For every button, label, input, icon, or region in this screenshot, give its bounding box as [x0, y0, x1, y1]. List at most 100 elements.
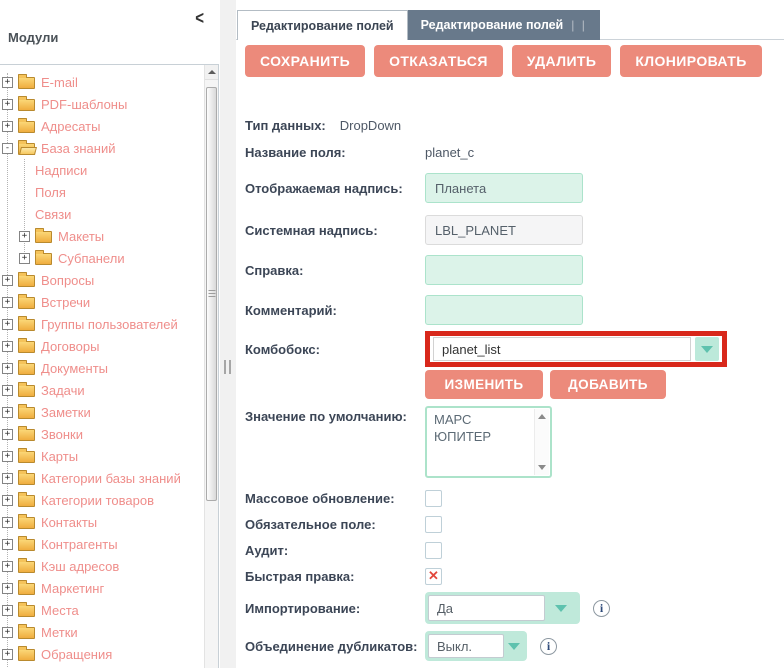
- tab-bar: Редактирование полей Редактирование поле…: [236, 10, 784, 40]
- display-label-input[interactable]: [425, 173, 583, 203]
- delete-button[interactable]: УДАЛИТЬ: [511, 45, 612, 77]
- combobox-highlight: planet_list: [425, 331, 727, 367]
- collapse-minus-icon[interactable]: -: [2, 142, 13, 154]
- expand-plus-icon[interactable]: +: [2, 472, 13, 484]
- tree-item[interactable]: Поля: [0, 181, 218, 203]
- tree-item[interactable]: + Маркетинг: [0, 577, 218, 599]
- expand-plus-icon[interactable]: +: [2, 582, 13, 594]
- tree-item[interactable]: + Вопросы: [0, 269, 218, 291]
- collapse-sidebar-icon[interactable]: <: [195, 8, 204, 29]
- expand-plus-icon[interactable]: +: [2, 560, 13, 572]
- tree-item[interactable]: + E-mail: [0, 71, 218, 93]
- tree-item[interactable]: + Контрагенты: [0, 533, 218, 555]
- tree-item[interactable]: + Обращения: [0, 643, 218, 665]
- system-label-label: Системная надпись:: [245, 222, 378, 238]
- tree-item[interactable]: + Карты: [0, 445, 218, 467]
- importing-dropdown[interactable]: Да: [425, 592, 580, 624]
- scroll-up-icon[interactable]: [205, 65, 218, 80]
- modules-sidebar: < Модули + E-mail + PDF-шаблоны + Адресаты - Ба…: [0, 0, 236, 668]
- tree-item[interactable]: + Субпанели: [0, 247, 218, 269]
- help-input[interactable]: [425, 255, 583, 285]
- edit-list-button[interactable]: ИЗМЕНИТЬ: [425, 370, 543, 399]
- listbox-option[interactable]: МАРС: [434, 411, 530, 428]
- tree-item[interactable]: + PDF-шаблоны: [0, 93, 218, 115]
- mass-update-checkbox[interactable]: [425, 489, 442, 507]
- field-name-label: Название поля:: [245, 144, 346, 160]
- listbox-scrollbar[interactable]: [534, 409, 549, 475]
- expand-plus-icon[interactable]: +: [2, 406, 13, 418]
- tab-edit-fields-1[interactable]: Редактирование полей: [237, 10, 408, 40]
- audit-checkbox[interactable]: [425, 541, 442, 559]
- tree-item[interactable]: + Метки: [0, 621, 218, 643]
- tab-close-pipes-icon[interactable]: | |: [571, 18, 587, 32]
- tree-item[interactable]: + Задачи: [0, 379, 218, 401]
- field-name-row: Название поля: planet_c: [245, 140, 784, 164]
- tree-item[interactable]: + Адресаты: [0, 115, 218, 137]
- expand-plus-icon[interactable]: +: [2, 98, 13, 110]
- add-list-button[interactable]: ДОБАВИТЬ: [550, 370, 666, 399]
- tree-item-label: Категории товаров: [41, 492, 155, 508]
- expand-plus-icon[interactable]: +: [19, 230, 30, 242]
- expand-plus-icon[interactable]: +: [2, 516, 13, 528]
- tree-item[interactable]: + Заметки: [0, 401, 218, 423]
- expand-plus-icon[interactable]: +: [2, 76, 13, 88]
- expand-plus-icon[interactable]: +: [2, 626, 13, 638]
- expand-plus-icon[interactable]: +: [2, 340, 13, 352]
- comment-input[interactable]: [425, 295, 583, 325]
- required-label: Обязательное поле:: [245, 516, 376, 532]
- tree-scrollbar[interactable]: [204, 65, 218, 668]
- system-label-input[interactable]: [425, 215, 583, 245]
- tree-item-label: Надписи: [35, 162, 88, 178]
- required-checkbox[interactable]: [425, 515, 442, 533]
- scroll-up-icon[interactable]: [538, 414, 546, 419]
- tree-item-label: Заметки: [41, 404, 91, 420]
- expand-plus-icon[interactable]: +: [2, 384, 13, 396]
- expand-plus-icon[interactable]: +: [2, 604, 13, 616]
- cancel-button[interactable]: ОТКАЗАТЬСЯ: [374, 45, 503, 77]
- expand-plus-icon[interactable]: +: [19, 252, 30, 264]
- combobox-select[interactable]: planet_list: [433, 337, 691, 361]
- tree-item[interactable]: + Встречи: [0, 291, 218, 313]
- expand-plus-icon[interactable]: +: [2, 494, 13, 506]
- expand-plus-icon[interactable]: +: [2, 538, 13, 550]
- tree-item-label: Контакты: [41, 514, 98, 530]
- tree-item[interactable]: + Группы пользователей: [0, 313, 218, 335]
- tree-item[interactable]: Связи: [0, 203, 218, 225]
- expand-plus-icon[interactable]: +: [2, 296, 13, 308]
- tree-item[interactable]: + Категории товаров: [0, 489, 218, 511]
- tree-item[interactable]: + Категории базы знаний: [0, 467, 218, 489]
- panel-resize-grip[interactable]: [224, 360, 231, 374]
- listbox-option[interactable]: ЮПИТЕР: [434, 428, 530, 445]
- tab-edit-fields-2-active[interactable]: Редактирование полей | |: [407, 10, 600, 40]
- info-icon[interactable]: [540, 637, 557, 655]
- chevron-down-icon[interactable]: [545, 604, 577, 612]
- expand-plus-icon[interactable]: +: [2, 428, 13, 440]
- tree-item[interactable]: + Макеты: [0, 225, 218, 247]
- tree-item[interactable]: Надписи: [0, 159, 218, 181]
- quick-edit-red-x-icon[interactable]: [425, 567, 442, 585]
- scrollbar-thumb[interactable]: [206, 87, 217, 501]
- tree-item[interactable]: + Места: [0, 599, 218, 621]
- default-value-listbox[interactable]: МАРС ЮПИТЕР: [425, 406, 552, 478]
- chevron-down-icon[interactable]: [504, 642, 524, 650]
- expand-plus-icon[interactable]: +: [2, 120, 13, 132]
- save-button[interactable]: СОХРАНИТЬ: [245, 45, 366, 77]
- info-icon[interactable]: [593, 599, 610, 617]
- duplicate-merge-dropdown[interactable]: Выкл.: [425, 631, 527, 661]
- expand-plus-icon[interactable]: +: [2, 274, 13, 286]
- expand-plus-icon[interactable]: +: [2, 318, 13, 330]
- tree-item[interactable]: - База знаний: [0, 137, 218, 159]
- clone-button[interactable]: КЛОНИРОВАТЬ: [620, 45, 762, 77]
- tree-item[interactable]: + Документы: [0, 357, 218, 379]
- folder-closed-icon: [18, 602, 35, 617]
- expand-plus-icon[interactable]: +: [2, 450, 13, 462]
- expand-plus-icon[interactable]: +: [2, 362, 13, 374]
- expand-plus-icon[interactable]: +: [2, 648, 13, 660]
- tree-item[interactable]: + Звонки: [0, 423, 218, 445]
- tree-item[interactable]: + Контакты: [0, 511, 218, 533]
- tree-item[interactable]: + Договоры: [0, 335, 218, 357]
- folder-closed-icon: [18, 580, 35, 595]
- combobox-dropdown-button[interactable]: [695, 337, 719, 361]
- tree-item[interactable]: + Кэш адресов: [0, 555, 218, 577]
- scroll-down-icon[interactable]: [538, 465, 546, 470]
